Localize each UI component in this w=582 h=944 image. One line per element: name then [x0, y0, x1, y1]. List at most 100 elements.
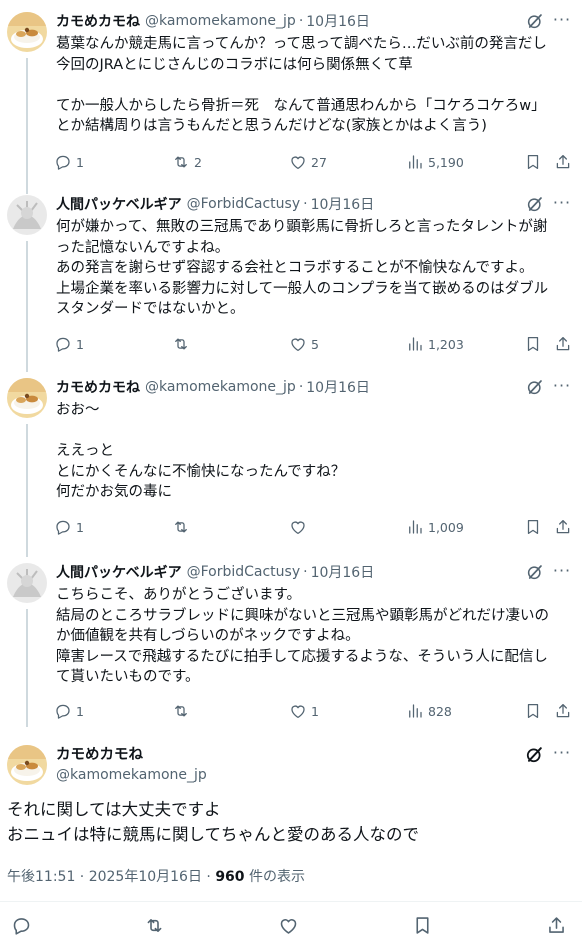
bookmark-icon — [524, 335, 542, 353]
author-handle[interactable]: @kamomekamone_jp — [145, 13, 296, 29]
author-handle[interactable]: @ForbidCactusy — [187, 196, 301, 212]
reply-count: 1 — [76, 519, 84, 535]
repost-button[interactable] — [172, 516, 194, 538]
views-button[interactable]: 828 — [406, 700, 452, 722]
more-icon[interactable]: ··· — [552, 378, 572, 398]
like-icon — [278, 915, 299, 936]
grok-icon[interactable] — [526, 12, 544, 30]
grok-icon[interactable] — [526, 563, 544, 581]
avatar[interactable] — [7, 378, 47, 418]
divider — [0, 901, 582, 902]
avatar[interactable] — [7, 12, 47, 52]
like-button[interactable] — [278, 915, 299, 940]
share-icon — [554, 153, 572, 171]
repost-icon — [144, 915, 165, 936]
repost-icon — [172, 153, 190, 171]
share-icon — [554, 335, 572, 353]
bookmark-button[interactable] — [524, 516, 542, 538]
repost-icon — [172, 335, 190, 353]
grok-icon[interactable] — [525, 745, 544, 764]
tweet-date[interactable]: 10月16日 — [306, 377, 370, 397]
views-number: 960 — [215, 869, 245, 885]
bookmark-icon — [524, 702, 542, 720]
bookmark-button[interactable] — [524, 333, 542, 355]
more-icon[interactable]: ··· — [552, 745, 572, 765]
reply-button[interactable]: 1 — [54, 151, 84, 173]
repost-icon — [172, 702, 190, 720]
action-bar: 1 1,009 — [54, 516, 574, 538]
repost-button[interactable] — [144, 915, 165, 940]
bookmark-button[interactable] — [524, 700, 542, 722]
thread-line — [26, 241, 28, 372]
views-button[interactable]: 5,190 — [406, 151, 464, 173]
repost-button[interactable]: 2 — [172, 151, 202, 173]
avatar[interactable] — [7, 563, 47, 603]
views-label: 件の表示 — [244, 869, 305, 885]
views-button[interactable]: 1,203 — [406, 333, 464, 355]
tweet-timestamp[interactable]: 午後11:51 · 2025年10月16日 · — [7, 869, 215, 885]
share-button[interactable] — [554, 516, 572, 538]
author-handle[interactable]: @kamomekamone_jp — [56, 767, 207, 783]
tweet-date[interactable]: 10月16日 — [306, 11, 370, 31]
bookmark-icon — [524, 518, 542, 536]
bookmark-button[interactable] — [524, 151, 542, 173]
share-button[interactable] — [546, 915, 567, 940]
bookmark-icon — [524, 153, 542, 171]
like-button[interactable]: 5 — [289, 333, 319, 355]
like-count: 1 — [311, 703, 319, 719]
tweet-meta: 午後11:51 · 2025年10月16日 · 960 件の表示 — [7, 866, 305, 886]
author-name[interactable]: カモめカモね — [56, 11, 140, 31]
views-count: 1,009 — [428, 519, 464, 535]
like-count: 27 — [311, 154, 327, 170]
share-button[interactable] — [554, 333, 572, 355]
views-button[interactable]: 1,009 — [406, 516, 464, 538]
reply-icon — [54, 702, 72, 720]
share-button[interactable] — [554, 151, 572, 173]
separator-dot: · — [298, 13, 304, 29]
thread-line — [26, 424, 28, 557]
reply-icon — [54, 335, 72, 353]
share-icon — [546, 915, 567, 936]
grok-icon[interactable] — [526, 195, 544, 213]
avatar[interactable] — [7, 745, 47, 785]
reply-button[interactable]: 1 — [54, 516, 84, 538]
like-icon — [289, 518, 307, 536]
reply-button[interactable] — [11, 915, 32, 940]
tweet-date[interactable]: 10月16日 — [311, 562, 375, 582]
author-name[interactable]: 人間パッケベルギア — [56, 562, 182, 582]
author-name[interactable]: 人間パッケベルギア — [56, 194, 182, 214]
like-button[interactable]: 1 — [289, 700, 319, 722]
like-button[interactable]: 27 — [289, 151, 327, 173]
views-count: 1,203 — [428, 336, 464, 352]
more-icon[interactable]: ··· — [552, 563, 572, 583]
tweet-text: 葛葉なんか競走馬に言ってんか？って思って調べたら…だいぶ前の発言だし 今回のJR… — [56, 36, 547, 134]
reply-button[interactable]: 1 — [54, 700, 84, 722]
avatar[interactable] — [7, 195, 47, 235]
reply-count: 1 — [76, 703, 84, 719]
like-button[interactable] — [289, 516, 311, 538]
share-button[interactable] — [554, 700, 572, 722]
views-count: 828 — [428, 703, 452, 719]
grok-icon[interactable] — [526, 378, 544, 396]
reply-button[interactable]: 1 — [54, 333, 84, 355]
tweet-text: おお〜 ええっと とにかくそんなに不愉快になったんですね？ 何だかお気の毒に — [56, 402, 346, 500]
like-icon — [289, 335, 307, 353]
separator-dot: · — [303, 564, 308, 580]
repost-icon — [172, 518, 190, 536]
repost-count: 2 — [194, 154, 202, 170]
tweet-date[interactable]: 10月16日 — [311, 194, 375, 214]
bookmark-button[interactable] — [412, 915, 433, 940]
reply-count: 1 — [76, 336, 84, 352]
author-handle[interactable]: @ForbidCactusy — [187, 564, 301, 580]
repost-button[interactable] — [172, 700, 194, 722]
share-icon — [554, 518, 572, 536]
thread-line — [26, 609, 28, 727]
repost-button[interactable] — [172, 333, 194, 355]
author-handle[interactable]: @kamomekamone_jp — [145, 379, 296, 395]
author-name[interactable]: カモめカモね — [56, 743, 143, 764]
author-name[interactable]: カモめカモね — [56, 377, 140, 397]
more-icon[interactable]: ··· — [552, 12, 572, 32]
more-icon[interactable]: ··· — [552, 195, 572, 215]
tweet-header: カモめカモね @kamomekamone_jp · 10月16日 — [56, 10, 370, 32]
reply-icon — [11, 915, 32, 936]
